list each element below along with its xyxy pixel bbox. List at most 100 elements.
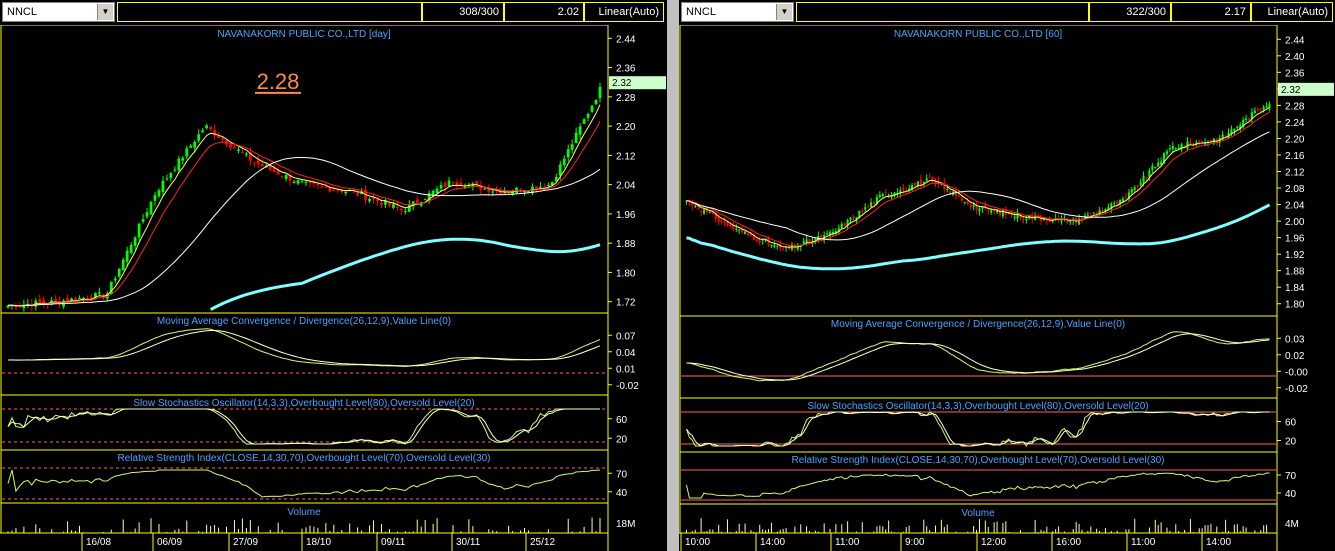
panel-divider[interactable] bbox=[667, 0, 679, 551]
candle-body bbox=[735, 228, 738, 230]
candle-body bbox=[125, 250, 129, 262]
price-pane-frame bbox=[0, 25, 609, 314]
candle-body bbox=[966, 201, 969, 204]
candle-body bbox=[987, 210, 990, 212]
candle-body bbox=[344, 191, 348, 194]
price-tick-label: 2.28 bbox=[1285, 101, 1305, 112]
candle-body bbox=[814, 238, 817, 240]
macd-tick-label: 0.04 bbox=[616, 348, 636, 359]
candle-body bbox=[42, 299, 46, 304]
candle-body bbox=[539, 186, 542, 188]
candle-body bbox=[582, 119, 586, 124]
candle-body bbox=[376, 199, 379, 202]
price-tick-label: 1.80 bbox=[616, 268, 636, 279]
candle-body bbox=[1130, 189, 1133, 193]
candle-body bbox=[931, 176, 934, 180]
macd-line bbox=[686, 331, 1270, 382]
right-count-box: 322/300 bbox=[1089, 2, 1171, 22]
candle-body bbox=[738, 229, 741, 231]
candle-body bbox=[205, 125, 209, 129]
stoch-d-line bbox=[686, 411, 1270, 447]
price-tick-label: 2.44 bbox=[616, 34, 636, 45]
candle-body bbox=[1236, 126, 1239, 128]
x-axis-label: 18/10 bbox=[306, 537, 331, 548]
ma-mid-line bbox=[686, 111, 1270, 247]
candle-body bbox=[878, 194, 881, 198]
chart-title: NAVANAKORN PUBLIC CO.,LTD [day] bbox=[217, 29, 391, 40]
candle-body bbox=[1122, 198, 1125, 202]
candle-body bbox=[483, 188, 487, 190]
chevron-down-icon[interactable]: ▼ bbox=[776, 4, 792, 20]
candle-body bbox=[78, 297, 81, 299]
ma-fast-line bbox=[7, 104, 601, 307]
rsi-line bbox=[7, 469, 601, 498]
stoch-label: Slow Stochastics Oscillator(14,3,3),Over… bbox=[133, 398, 474, 409]
macd-tick-label: 0.02 bbox=[1285, 351, 1305, 362]
candle-body bbox=[395, 206, 399, 208]
volume-label: Volume bbox=[287, 507, 321, 518]
candle-body bbox=[861, 210, 864, 212]
candle-body bbox=[292, 181, 296, 184]
candle-body bbox=[443, 182, 447, 187]
candle-body bbox=[1198, 140, 1201, 142]
candle-body bbox=[586, 114, 590, 118]
price-tick-label: 1.88 bbox=[1285, 267, 1305, 278]
candle-body bbox=[392, 204, 395, 208]
candle-body bbox=[320, 186, 324, 188]
candle-body bbox=[1095, 212, 1098, 215]
left-scale-box[interactable]: Linear(Auto) bbox=[584, 2, 664, 22]
candle-body bbox=[169, 173, 173, 178]
candle-body bbox=[82, 297, 85, 299]
price-tick-label: 2.12 bbox=[616, 151, 636, 162]
x-axis-label: 25/12 bbox=[530, 537, 555, 548]
ma-long-line bbox=[686, 203, 1271, 271]
x-axis-label: 30/11 bbox=[456, 537, 481, 548]
candle-body bbox=[1262, 107, 1265, 110]
left-value-box: 2.02 bbox=[504, 2, 584, 22]
candle-body bbox=[233, 146, 236, 149]
candle-body bbox=[237, 149, 240, 151]
macd-tick-label: 0.03 bbox=[1285, 334, 1305, 345]
candle-body bbox=[189, 145, 193, 148]
left-symbol-dropdown[interactable]: NNCL ▼ bbox=[2, 2, 115, 22]
candle-body bbox=[149, 201, 153, 215]
high-price-annotation: 2.28 bbox=[257, 69, 300, 94]
candle-body bbox=[1051, 220, 1054, 222]
rsi-label: Relative Strength Index(CLOSE,14,30,70),… bbox=[792, 455, 1165, 466]
price-tick-label: 1.72 bbox=[616, 298, 636, 309]
candle-body bbox=[1133, 187, 1136, 190]
candle-body bbox=[296, 180, 300, 184]
price-tick-label: 2.24 bbox=[1285, 118, 1305, 129]
candle-body bbox=[746, 233, 750, 236]
candle-body bbox=[1165, 151, 1169, 155]
candle-body bbox=[455, 182, 459, 186]
macd-tick-label: -0.02 bbox=[616, 381, 639, 392]
volume-label: Volume bbox=[961, 508, 995, 519]
right-scale-box[interactable]: Linear(Auto) bbox=[1251, 2, 1333, 22]
macd-tick-label: 0.01 bbox=[616, 364, 636, 375]
right-symbol-dropdown[interactable]: NNCL ▼ bbox=[681, 2, 794, 22]
candle-body bbox=[1116, 200, 1119, 205]
price-tick-label: 1.88 bbox=[616, 239, 636, 250]
macd-line bbox=[7, 328, 601, 368]
candle-body bbox=[173, 169, 177, 171]
candle-body bbox=[165, 178, 169, 180]
chevron-down-icon[interactable]: ▼ bbox=[97, 4, 113, 20]
stoch-d-line bbox=[7, 408, 600, 445]
left-chart-canvas[interactable]: 2.44 2.36 2.28 2.20 2.12 2.04 1.96 1.88 1.80 1.72… bbox=[0, 25, 667, 551]
right-chart-canvas[interactable]: 2.44 2.40 2.36 2.32 2.28 2.24 2.20 2.16 2.12 2.08… bbox=[679, 25, 1335, 551]
candle-body bbox=[744, 231, 747, 235]
stoch-tick-label: 60 bbox=[616, 415, 628, 426]
macd-tick-label: -0.00 bbox=[1285, 367, 1308, 378]
candle-body bbox=[244, 153, 248, 155]
candle-body bbox=[260, 163, 264, 167]
candle-body bbox=[1256, 108, 1259, 111]
candle-body bbox=[881, 194, 884, 197]
candle-body bbox=[562, 158, 566, 166]
x-axis-label: 16:00 bbox=[1056, 537, 1081, 548]
candle-body bbox=[475, 181, 479, 185]
candle-body bbox=[578, 126, 582, 135]
rsi-tick-label: 70 bbox=[1285, 471, 1297, 482]
candle-body bbox=[978, 208, 981, 212]
candle-body bbox=[403, 211, 407, 213]
